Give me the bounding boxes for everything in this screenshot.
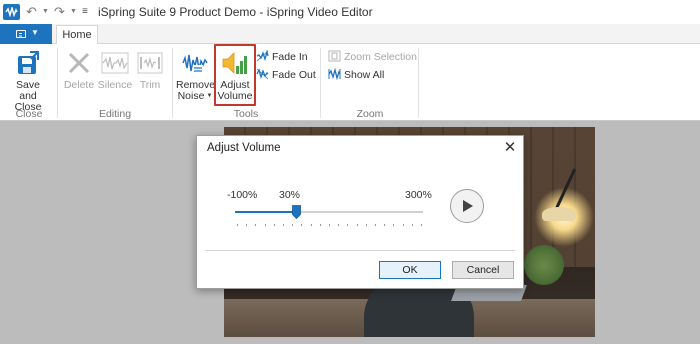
ribbon-separator <box>320 48 321 118</box>
trim-button[interactable]: Trim <box>134 48 166 104</box>
trim-icon <box>137 52 163 74</box>
ribbon-separator <box>172 48 173 118</box>
play-icon <box>463 200 473 212</box>
ribbon: Save and Close Close Delete Silence Trim… <box>0 44 700 121</box>
zoom-selection-icon <box>328 50 341 62</box>
file-menu-button[interactable]: ▼ <box>0 24 52 44</box>
group-label-editing: Editing <box>98 108 132 120</box>
show-all-label: Show All <box>344 69 385 81</box>
adjust-volume-icon <box>222 52 247 74</box>
slider-tick <box>411 224 413 226</box>
zoom-selection-label: Zoom Selection <box>344 51 417 63</box>
group-label-zoom: Zoom <box>356 108 384 120</box>
volume-max-label: 300% <box>405 189 432 201</box>
slider-tick <box>246 224 248 226</box>
ribbon-separator <box>418 48 419 118</box>
delete-button[interactable]: Delete <box>62 48 96 104</box>
slider-tick <box>319 224 321 226</box>
volume-slider-track[interactable] <box>235 211 423 213</box>
fade-out-button[interactable]: Fade Out <box>256 67 316 83</box>
slider-tick <box>264 224 266 226</box>
slider-tick <box>365 224 367 226</box>
chevron-down-icon: ▼ <box>31 28 39 37</box>
remove-noise-icon <box>182 54 208 73</box>
show-all-button[interactable]: Show All <box>328 67 384 83</box>
ribbon-tabs: ▼ Home <box>0 24 700 45</box>
volume-min-label: -100% <box>227 189 258 201</box>
slider-tick <box>384 224 386 226</box>
dialog-divider <box>205 250 515 251</box>
title-bar: ↶ ▼ ↷ ▼ ≡ iSpring Suite 9 Product Demo -… <box>0 0 700 24</box>
volume-current-label: 30% <box>279 189 301 201</box>
fade-in-label: Fade In <box>272 51 308 63</box>
slider-tick <box>356 224 358 226</box>
slider-tick <box>283 224 284 226</box>
ok-button[interactable]: OK <box>379 261 441 279</box>
slider-tick <box>375 224 376 226</box>
slider-tick <box>393 224 395 226</box>
group-label-close: Close <box>15 108 43 120</box>
fade-out-icon <box>256 68 269 80</box>
tab-home[interactable]: Home <box>56 25 98 45</box>
slider-tick <box>338 224 340 226</box>
zoom-selection-button[interactable]: Zoom Selection <box>328 49 417 65</box>
save-and-close-button[interactable]: Save and Close <box>6 48 50 113</box>
cancel-button[interactable]: Cancel <box>452 261 514 279</box>
volume-slider-fill <box>235 211 297 213</box>
fade-in-button[interactable]: Fade In <box>256 49 308 65</box>
remove-noise-label-2: Noise <box>177 90 205 102</box>
adjust-volume-dialog: Adjust Volume ✕ -100% 30% 300% OK Cancel <box>196 135 524 289</box>
slider-tick <box>310 224 312 226</box>
volume-slider-ticks <box>237 224 423 227</box>
undo-dropdown-icon[interactable]: ▼ <box>42 3 49 21</box>
redo-icon[interactable]: ↷ <box>54 3 65 21</box>
slider-tick <box>237 224 238 226</box>
file-menu-icon <box>16 30 26 38</box>
dialog-title: Adjust Volume <box>207 142 281 154</box>
slider-tick <box>255 224 257 226</box>
trim-label: Trim <box>139 79 161 91</box>
slider-tick <box>301 224 303 226</box>
slider-tick <box>402 224 404 226</box>
group-label-tools: Tools <box>233 108 259 120</box>
window-title: iSpring Suite 9 Product Demo - iSpring V… <box>98 5 373 19</box>
customize-quick-access-icon[interactable]: ≡ <box>82 3 88 21</box>
play-button[interactable] <box>450 189 484 223</box>
silence-label: Silence <box>97 79 133 91</box>
silence-icon <box>101 52 129 74</box>
slider-tick <box>292 224 294 226</box>
adjust-volume-button[interactable]: Adjust Volume <box>216 48 254 104</box>
save-and-close-label-1: Save and <box>16 79 40 102</box>
slider-tick <box>421 224 422 226</box>
silence-button[interactable]: Silence <box>97 48 133 104</box>
save-close-icon <box>18 51 39 74</box>
close-icon[interactable]: ✕ <box>501 139 519 157</box>
delete-icon <box>68 52 90 74</box>
chevron-down-icon: ▼ <box>206 93 213 99</box>
slider-tick <box>273 224 275 226</box>
ribbon-separator <box>57 48 58 118</box>
redo-dropdown-icon[interactable]: ▼ <box>70 3 77 21</box>
delete-label: Delete <box>63 79 95 91</box>
adjust-volume-label-2: Volume <box>217 90 253 102</box>
slider-tick <box>329 224 330 226</box>
volume-slider-thumb[interactable] <box>291 205 301 219</box>
fade-in-icon <box>256 50 269 62</box>
show-all-icon <box>328 68 341 80</box>
undo-icon[interactable]: ↶ <box>26 3 37 21</box>
app-logo-icon[interactable] <box>3 4 20 20</box>
fade-out-label: Fade Out <box>272 69 316 81</box>
slider-tick <box>347 224 349 226</box>
remove-noise-button[interactable]: Remove Noise ▼ <box>176 48 215 106</box>
